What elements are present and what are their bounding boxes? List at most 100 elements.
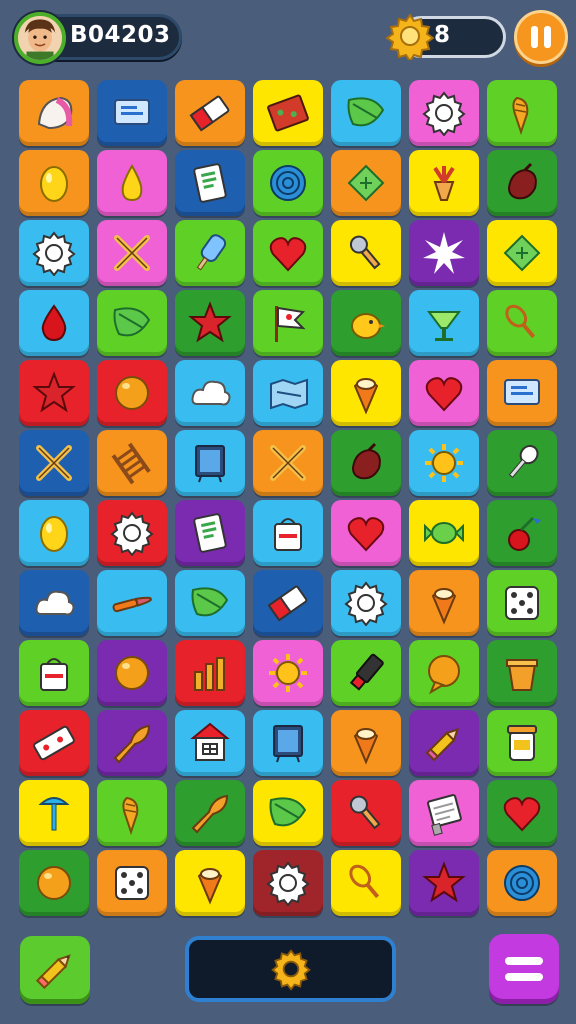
board-tile[interactable] (175, 780, 245, 846)
board-tile[interactable] (487, 500, 557, 566)
board-tile[interactable] (97, 430, 167, 496)
board-tile[interactable] (19, 80, 89, 146)
menu-button[interactable] (489, 934, 559, 1004)
board-tile[interactable] (331, 500, 401, 566)
center-gear-panel[interactable] (185, 936, 396, 1002)
board-tile[interactable] (19, 220, 89, 286)
board-tile[interactable] (175, 430, 245, 496)
board-tile[interactable] (487, 290, 557, 356)
candy-icon (424, 522, 464, 544)
board-tile[interactable] (331, 640, 401, 706)
board-tile[interactable] (487, 220, 557, 286)
board-tile[interactable] (331, 220, 401, 286)
board-tile[interactable] (253, 150, 323, 216)
board-tile[interactable] (487, 360, 557, 426)
board-tile[interactable] (331, 430, 401, 496)
board-tile[interactable] (253, 500, 323, 566)
avatar[interactable] (14, 12, 66, 64)
board-tile[interactable] (487, 710, 557, 776)
board-tile[interactable] (97, 500, 167, 566)
board-tile[interactable] (175, 150, 245, 216)
board-tile[interactable] (97, 80, 167, 146)
board-tile[interactable] (175, 220, 245, 286)
pause-icon (544, 26, 551, 48)
board-tile[interactable] (175, 570, 245, 636)
board-tile[interactable] (253, 360, 323, 426)
board-tile[interactable] (19, 850, 89, 916)
card-icon (193, 163, 227, 203)
board-tile[interactable] (97, 150, 167, 216)
board-tile[interactable] (19, 150, 89, 216)
board-tile[interactable] (19, 640, 89, 706)
board-tile[interactable] (409, 500, 479, 566)
pencil-button[interactable] (20, 936, 90, 1004)
board-tile[interactable] (487, 80, 557, 146)
board-tile[interactable] (253, 430, 323, 496)
popsicle-icon (196, 234, 227, 271)
sun-icon (269, 654, 307, 692)
board-tile[interactable] (253, 290, 323, 356)
board-tile[interactable] (331, 570, 401, 636)
board-tile[interactable] (19, 710, 89, 776)
board-tile[interactable] (331, 360, 401, 426)
board-tile[interactable] (19, 570, 89, 636)
board-tile[interactable] (487, 850, 557, 916)
board-tile[interactable] (409, 850, 479, 916)
chart-icon (194, 657, 225, 691)
pause-button[interactable] (514, 10, 568, 64)
tile-board (19, 80, 561, 920)
board-tile[interactable] (175, 290, 245, 356)
board-tile[interactable] (97, 640, 167, 706)
board-tile[interactable] (409, 150, 479, 216)
board-tile[interactable] (409, 780, 479, 846)
board-tile[interactable] (175, 80, 245, 146)
board-tile[interactable] (175, 360, 245, 426)
board-tile[interactable] (253, 780, 323, 846)
board-tile[interactable] (97, 710, 167, 776)
board-tile[interactable] (97, 850, 167, 916)
cherry-icon (508, 516, 541, 551)
board-tile[interactable] (253, 570, 323, 636)
board-tile[interactable] (409, 430, 479, 496)
star-icon (188, 301, 232, 343)
board-tile[interactable] (175, 710, 245, 776)
board-tile[interactable] (175, 640, 245, 706)
board-tile[interactable] (19, 780, 89, 846)
board-tile[interactable] (409, 80, 479, 146)
board-tile[interactable] (409, 640, 479, 706)
board-tile[interactable] (409, 570, 479, 636)
board-tile[interactable] (253, 220, 323, 286)
board-tile[interactable] (175, 850, 245, 916)
board-tile[interactable] (19, 430, 89, 496)
board-tile[interactable] (97, 780, 167, 846)
screen-icon (114, 99, 150, 125)
board-tile[interactable] (487, 150, 557, 216)
board-tile[interactable] (253, 80, 323, 146)
board-tile[interactable] (97, 220, 167, 286)
board-tile[interactable] (409, 710, 479, 776)
board-tile[interactable] (487, 640, 557, 706)
board-tile[interactable] (19, 500, 89, 566)
board-tile[interactable] (19, 360, 89, 426)
board-tile[interactable] (409, 220, 479, 286)
board-tile[interactable] (253, 640, 323, 706)
board-tile[interactable] (409, 360, 479, 426)
board-tile[interactable] (331, 150, 401, 216)
board-tile[interactable] (97, 360, 167, 426)
board-tile[interactable] (253, 710, 323, 776)
board-tile[interactable] (487, 780, 557, 846)
board-icon (273, 725, 303, 763)
board-tile[interactable] (19, 290, 89, 356)
board-tile[interactable] (175, 500, 245, 566)
board-tile[interactable] (331, 290, 401, 356)
board-tile[interactable] (253, 850, 323, 916)
board-tile[interactable] (409, 290, 479, 356)
board-tile[interactable] (487, 430, 557, 496)
board-tile[interactable] (331, 80, 401, 146)
board-tile[interactable] (97, 570, 167, 636)
board-tile[interactable] (331, 850, 401, 916)
board-tile[interactable] (97, 290, 167, 356)
board-tile[interactable] (331, 780, 401, 846)
board-tile[interactable] (487, 570, 557, 636)
board-tile[interactable] (331, 710, 401, 776)
